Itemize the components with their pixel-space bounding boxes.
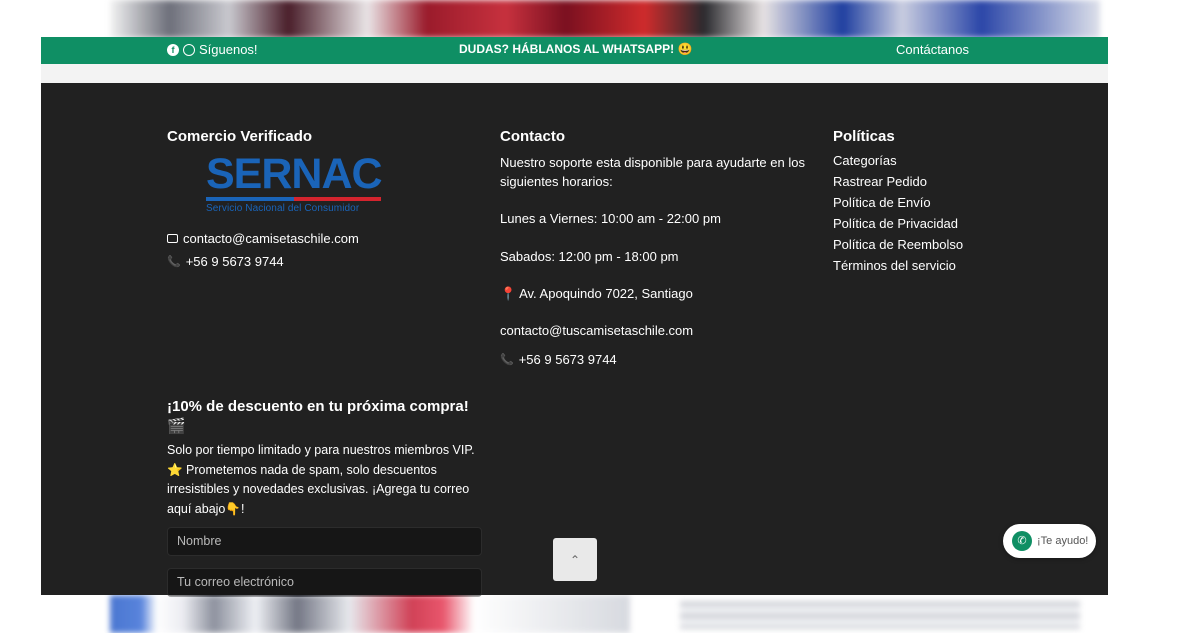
verified-email[interactable]: contacto@camisetaschile.com (167, 231, 487, 246)
contact-address: 📍 Av. Apoquindo 7022, Santiago (500, 286, 693, 301)
whatsapp-cta[interactable]: DUDAS? HÁBLANOS AL WHATSAPP! 😃 (459, 42, 692, 56)
phone-icon: 📞 (167, 256, 181, 268)
whatsapp-icon: ✆ (1012, 531, 1032, 551)
whatsapp-chat-widget[interactable]: ✆ ¡Te ayudo! (1003, 524, 1096, 558)
verified-phone-text: +56 9 5673 9744 (185, 254, 284, 269)
verified-email-text: contacto@camisetaschile.com (183, 231, 359, 246)
top-announcement-bar: f Síguenos! DUDAS? HÁBLANOS AL WHATSAPP!… (41, 37, 1108, 64)
facebook-icon[interactable]: f (167, 43, 179, 56)
contact-email[interactable]: contacto@tuscamisetaschile.com (500, 321, 810, 340)
contact-weekdays: Lunes a Viernes: 10:00 am - 22:00 pm (500, 211, 721, 226)
promo-title: ¡10% de descuento en tu próxima compra! … (167, 398, 469, 435)
policy-link-refund[interactable]: Política de Reembolso (833, 237, 1033, 252)
site-footer: Comercio Verificado SERNAC Servicio Naci… (41, 83, 1108, 597)
sernac-logo-stripe (206, 197, 381, 201)
promo-text: Solo por tiempo limitado y para nuestros… (167, 443, 475, 516)
contact-title: Contacto (500, 128, 565, 145)
contact-intro: Nuestro soporte esta disponible para ayu… (500, 155, 805, 189)
verified-phone[interactable]: 📞 +56 9 5673 9744 (167, 254, 487, 269)
newsletter-promo: ¡10% de descuento en tu próxima compra! … (167, 397, 485, 597)
name-input[interactable]: Nombre (167, 527, 482, 556)
separator-band (41, 64, 1108, 83)
envelope-icon (167, 234, 178, 243)
whatsapp-widget-label: ¡Te ayudo! (1037, 535, 1089, 547)
policies-links: Categorías Rastrear Pedido Política de E… (833, 153, 1033, 273)
sernac-logo-word: SERNAC (206, 150, 383, 198)
phone-icon: 📞 (500, 354, 514, 366)
sernac-logo-subtitle: Servicio Nacional del Consumidor (206, 203, 360, 214)
background-content-blurred (100, 595, 1100, 633)
policy-link-privacy[interactable]: Política de Privacidad (833, 216, 1033, 231)
policy-link-terms[interactable]: Términos del servicio (833, 258, 1033, 273)
policies-title: Políticas (833, 128, 895, 145)
social-follow: f Síguenos! (167, 42, 258, 57)
verified-title: Comercio Verificado (167, 128, 313, 145)
contact-phone-text: +56 9 5673 9744 (518, 352, 617, 367)
policy-link-categories[interactable]: Categorías (833, 153, 1033, 168)
sernac-logo[interactable]: SERNAC Servicio Nacional del Consumidor (206, 150, 383, 217)
verified-column: Comercio Verificado SERNAC Servicio Naci… (167, 128, 487, 269)
chevron-up-icon: ⌃ (569, 552, 581, 567)
policies-column: Políticas Categorías Rastrear Pedido Pol… (833, 128, 1033, 279)
contact-saturday: Sabados: 12:00 pm - 18:00 pm (500, 249, 679, 264)
contact-link[interactable]: Contáctanos (896, 42, 969, 57)
background-banner-blurred (110, 0, 1100, 38)
contact-column: Contacto Nuestro soporte esta disponible… (500, 128, 810, 367)
follow-label: Síguenos! (199, 42, 258, 57)
policy-link-track-order[interactable]: Rastrear Pedido (833, 174, 1033, 189)
contact-phone[interactable]: 📞 +56 9 5673 9744 (500, 352, 810, 367)
whatsapp-icon[interactable] (183, 43, 195, 56)
email-input[interactable]: Tu correo electrónico (167, 568, 482, 597)
back-to-top-button[interactable]: ⌃ (553, 538, 597, 581)
policy-link-shipping[interactable]: Política de Envío (833, 195, 1033, 210)
